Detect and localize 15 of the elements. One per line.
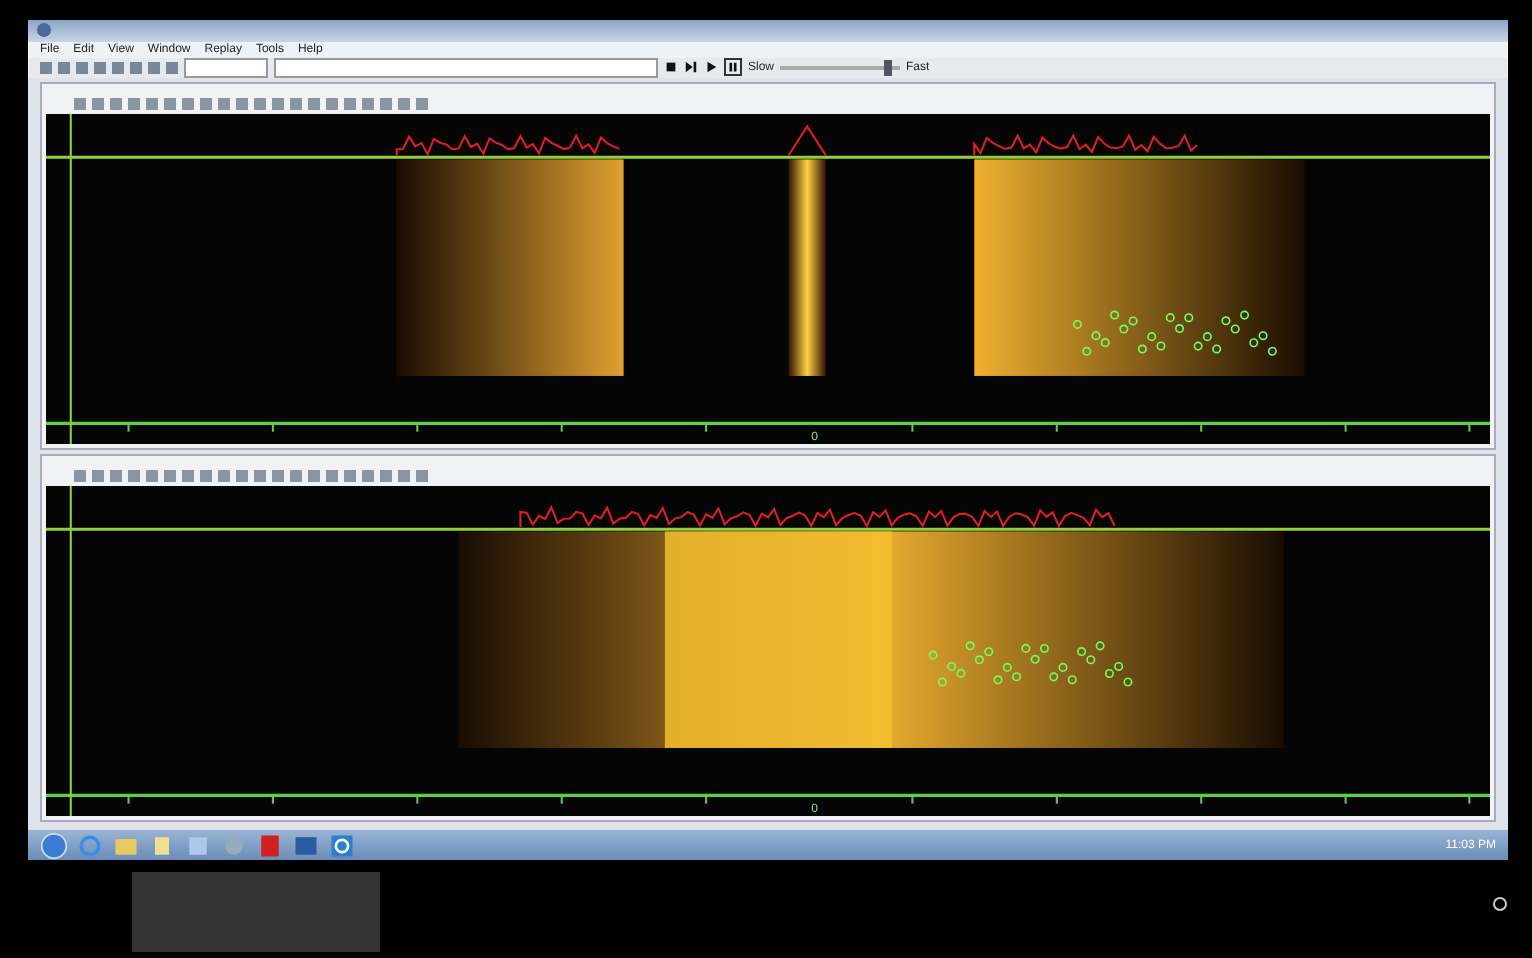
app-icon[interactable] — [292, 831, 320, 860]
pdf-icon[interactable] — [256, 831, 284, 860]
pause-icon[interactable] — [724, 58, 742, 77]
dropdown-field[interactable] — [184, 57, 268, 78]
app-icon — [36, 22, 52, 39]
file-dropdown-field[interactable] — [274, 57, 658, 78]
app-icon[interactable] — [220, 831, 248, 860]
start-button[interactable] — [40, 831, 68, 860]
slider-thumb[interactable] — [884, 59, 893, 76]
step-icon[interactable] — [684, 60, 698, 75]
speed-slider[interactable] — [780, 65, 901, 70]
play-icon[interactable] — [704, 60, 718, 75]
app-icon[interactable] — [184, 831, 212, 860]
power-icon — [1492, 896, 1508, 912]
stop-icon[interactable] — [664, 60, 678, 75]
